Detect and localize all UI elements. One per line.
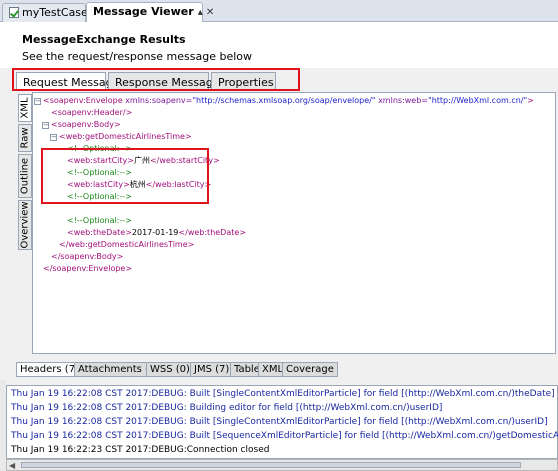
xml-token: 2017-01-19 <box>131 228 179 237</box>
xml-token: </ <box>43 264 53 273</box>
xml-line: <!--Optional:--> <box>67 215 132 227</box>
xml-token: xmlns:soapenv= <box>122 96 193 105</box>
xml-token: > <box>187 240 195 249</box>
xml-token: soapenv:Envelope <box>52 264 126 273</box>
log-line: Thu Jan 19 16:22:08 CST 2017:DEBUG: Buil… <box>11 417 548 427</box>
editor-tab-bar: myTestCase Message Viewer ▴ ✕ <box>0 0 558 22</box>
page-title: MessageExchange Results <box>22 33 186 46</box>
side-tab-xml-label: XML <box>19 97 31 119</box>
xml-token: "http://schemas.xmlsoap.org/soap/envelop… <box>192 96 376 105</box>
tab-controls[interactable]: ▴ ✕ <box>198 7 215 18</box>
page-subtitle: See the request/response message below <box>22 50 253 63</box>
xml-token: web:theDate <box>187 228 240 237</box>
xml-line: </soapenv:Envelope> <box>43 263 132 275</box>
bottom-tab[interactable]: WSS (0) <box>146 362 194 377</box>
xml-line: </web:getDomesticAirlinesTime> <box>59 239 194 251</box>
horizontal-scrollbar[interactable]: ◀ <box>6 459 558 471</box>
side-tab-raw-label: Raw <box>19 127 31 149</box>
log-line: Thu Jan 19 16:22:08 CST 2017:DEBUG: Buil… <box>11 389 555 399</box>
xml-token: </ <box>51 252 61 261</box>
xml-token: web:getDomesticAirlinesTime <box>65 132 185 141</box>
xml-token: < <box>67 228 74 237</box>
side-tab-outline-label: Outline <box>19 157 31 195</box>
bottom-tab[interactable]: Coverage <box>282 362 338 377</box>
scroll-thumb[interactable] <box>21 462 521 468</box>
xml-token: soapenv:Envelope <box>49 96 123 105</box>
log-line: Thu Jan 19 16:22:08 CST 2017:DEBUG: Buil… <box>11 431 558 441</box>
xml-editor[interactable]: <soapenv:Envelope xmlns:soapenv="http://… <box>32 92 556 354</box>
xml-token: > <box>212 156 220 165</box>
side-tab-overview-label: Overview <box>19 201 31 249</box>
xml-line: <web:theDate>2017-01-19</web:theDate> <box>67 227 246 239</box>
xml-token: soapenv:Header/ <box>57 108 126 117</box>
side-tab-outline[interactable]: Outline <box>18 154 32 198</box>
side-tab-overview[interactable]: Overview <box>18 200 32 250</box>
xml-token: < <box>43 96 50 105</box>
xml-token: xmlns:web= <box>375 96 429 105</box>
highlight-city-fields <box>41 148 209 204</box>
xml-token: soapenv:Body <box>60 252 117 261</box>
xml-line: <soapenv:Header/> <box>51 107 132 119</box>
tab-message-viewer-label: Message Viewer <box>93 5 194 18</box>
side-view-tabs: XML Raw Outline Overview <box>18 94 32 354</box>
xml-token: > <box>125 228 132 237</box>
xml-token: > <box>116 252 124 261</box>
bottom-tab[interactable]: JMS (7) <box>190 362 234 377</box>
xml-line: <soapenv:Body> <box>51 119 121 131</box>
log-panel: Thu Jan 19 16:22:08 CST 2017:DEBUG: Buil… <box>6 385 558 459</box>
xml-token: web:getDomesticAirlinesTime <box>68 240 188 249</box>
testcase-icon <box>9 7 19 18</box>
xml-line: <soapenv:Envelope xmlns:soapenv="http://… <box>43 95 534 107</box>
tab-mytestcase[interactable]: myTestCase <box>2 3 88 22</box>
xml-token: > <box>113 120 121 129</box>
xml-token: < <box>59 132 66 141</box>
xml-token: <!--Optional:--> <box>67 216 132 225</box>
tab-message-viewer[interactable]: Message Viewer ▴ ✕ <box>86 2 214 22</box>
xml-token: > <box>125 264 133 273</box>
xml-token: > <box>125 108 133 117</box>
xml-token: </ <box>178 228 188 237</box>
tab-mytestcase-label: myTestCase <box>22 6 88 19</box>
xml-token: > <box>527 96 534 105</box>
fold-toggle-icon[interactable]: − <box>50 134 57 141</box>
side-tab-xml[interactable]: XML <box>18 94 32 122</box>
log-line: Thu Jan 19 16:22:08 CST 2017:DEBUG: Buil… <box>11 403 443 413</box>
highlight-message-tabs <box>12 68 300 91</box>
fold-toggle-icon[interactable]: − <box>42 122 49 129</box>
xml-token: </ <box>59 240 69 249</box>
xml-token: > <box>239 228 247 237</box>
log-line: Thu Jan 19 16:22:23 CST 2017:DEBUG:Conne… <box>11 445 270 455</box>
xml-token: "http://WebXml.com.cn/" <box>428 96 528 105</box>
xml-token: soapenv:Body <box>57 120 114 129</box>
xml-token: < <box>51 120 58 129</box>
results-header: MessageExchange Results See the request/… <box>0 22 558 68</box>
xml-line: <web:getDomesticAirlinesTime> <box>59 131 192 143</box>
side-tab-raw[interactable]: Raw <box>18 124 32 152</box>
scroll-left-icon[interactable]: ◀ <box>9 461 15 470</box>
xml-line: </soapenv:Body> <box>51 251 123 263</box>
xml-token: web:theDate <box>73 228 126 237</box>
bottom-tab[interactable]: Headers (7) <box>16 362 83 377</box>
xml-token: < <box>51 108 58 117</box>
fold-toggle-icon[interactable]: − <box>34 98 41 105</box>
xml-token: > <box>184 132 192 141</box>
